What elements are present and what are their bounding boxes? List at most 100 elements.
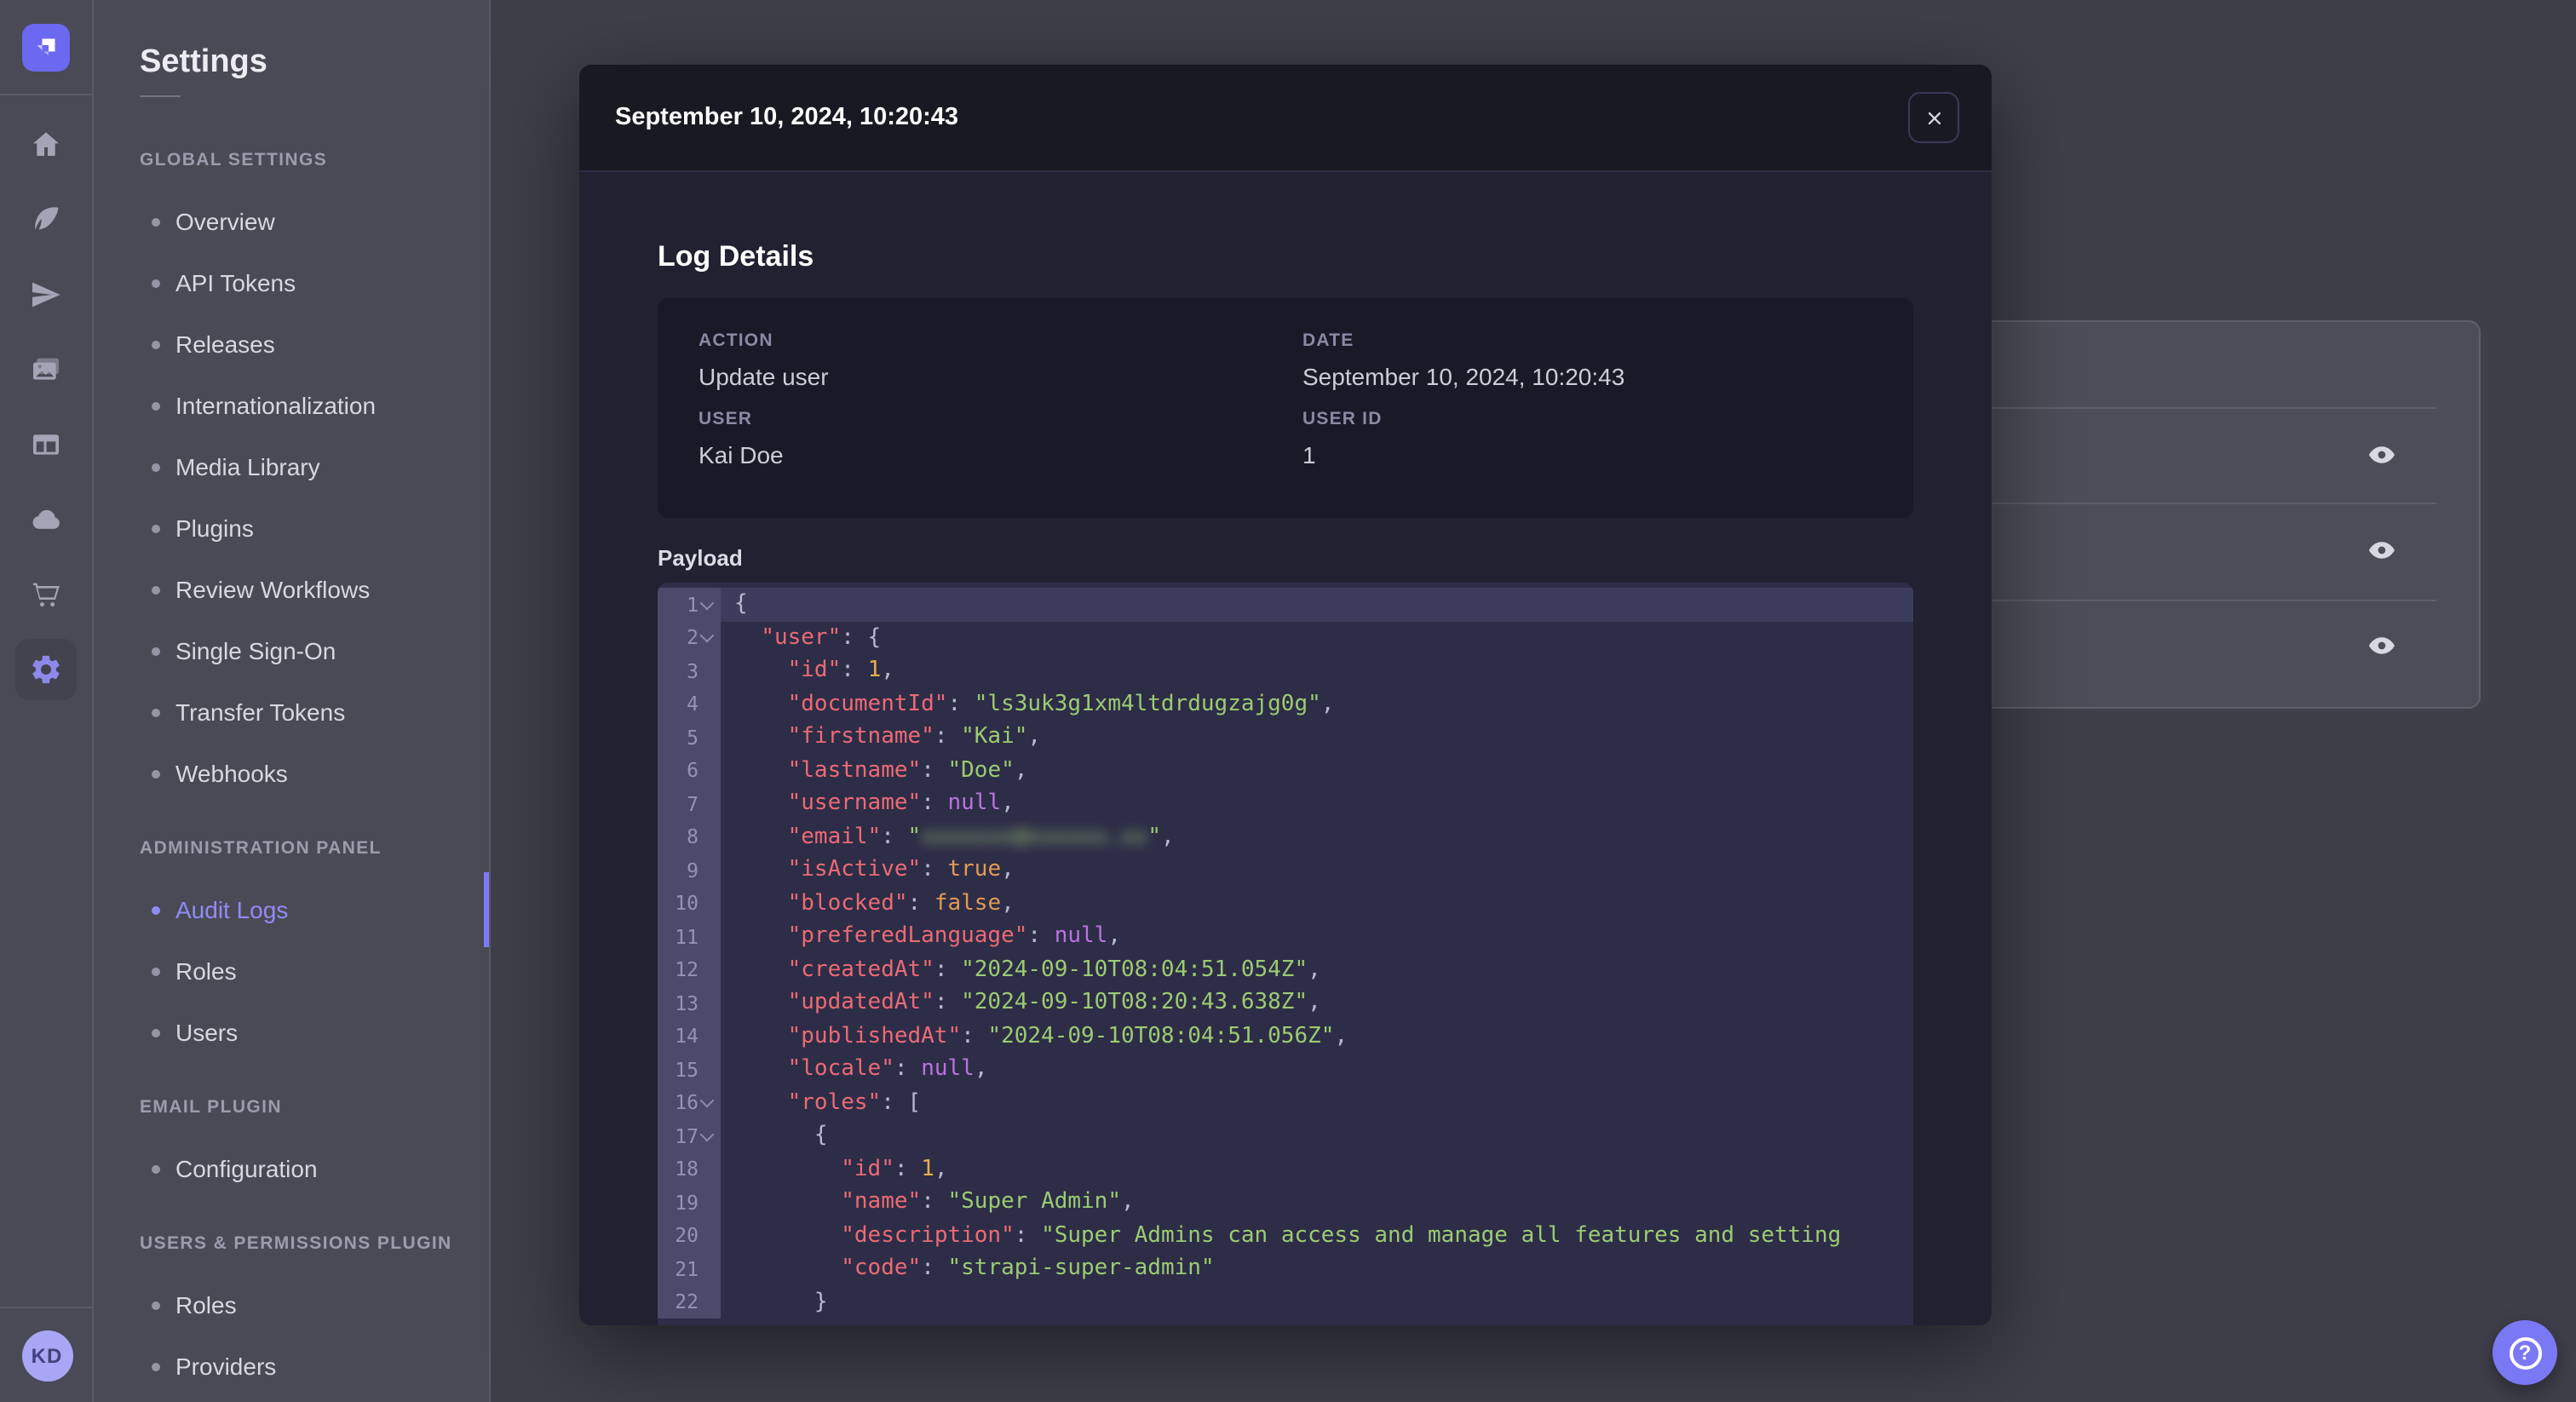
sidebar-item-plugins[interactable]: Plugins [94,497,489,559]
token-p: : [841,658,868,683]
sidebar-item-users[interactable]: Users [94,1002,489,1063]
rail-footer: KD [0,1307,94,1402]
token-s: "Kai" [961,724,1028,750]
line-number: 18 [675,1157,699,1181]
code-line: 4 "documentId": "ls3uk3g1xm4ltdrdugzajg0… [658,687,1913,721]
line-number: 2 [687,625,699,650]
payload-label: Payload [658,545,743,571]
token-p: : [ [881,1089,922,1115]
detail-field-user-id: USER ID 1 [1302,408,1872,486]
rail-item-media[interactable] [0,332,93,407]
rail-item-settings[interactable] [0,632,93,707]
detail-value: 1 [1302,440,1316,468]
view-log-button[interactable] [2366,440,2397,470]
line-number: 13 [675,991,699,1015]
token-p [734,1023,788,1049]
table-row-divider [1958,503,2436,504]
line-gutter: 22 [658,1285,721,1319]
bullet-icon [152,401,160,410]
sidebar-item-label: Review Workflows [175,576,371,603]
settings-nav-sections: GLOBAL SETTINGS Overview API Tokens Release… [94,147,489,1397]
sidebar-item-roles[interactable]: Roles [94,940,489,1002]
sidebar-item-roles[interactable]: Roles [94,1274,489,1336]
token-p: , [1001,890,1015,916]
nav-section-items: Roles Providers [94,1274,489,1397]
token-p [734,957,788,982]
payload-code-viewer[interactable]: 1{2 "user": {3 "id": 1, 4 "documentId": "… [658,583,1913,1325]
modal-body: Log Details ACTION Update user DATE Septemb… [579,240,1992,1325]
line-number: 7 [687,791,699,816]
token-p: , [1014,757,1028,783]
token-p [734,790,788,816]
close-button[interactable] [1908,92,1959,143]
sidebar-item-providers[interactable]: Providers [94,1336,489,1397]
nav-section: EMAIL PLUGIN Configuration [94,1094,489,1199]
sidebar-item-api-tokens[interactable]: API Tokens [94,252,489,313]
line-gutter: 14 [658,1020,721,1053]
nav-section-label: GLOBAL SETTINGS [140,150,328,170]
token-p: { [734,591,748,617]
sidebar-item-configuration[interactable]: Configuration [94,1138,489,1199]
log-details-heading: Log Details [658,240,814,273]
sidebar-item-review-workflows[interactable]: Review Workflows [94,559,489,620]
bullet-icon [152,217,160,226]
line-number: 4 [687,692,699,716]
line-text: "code": "strapi-super-admin" [721,1252,1913,1285]
sidebar-item-transfer-tokens[interactable]: Transfer Tokens [94,681,489,743]
token-p: , [1334,1023,1348,1049]
sidebar-item-releases[interactable]: Releases [94,313,489,375]
code-line: 1{ [658,588,1913,621]
sidebar-item-overview[interactable]: Overview [94,191,489,252]
rail-item-marketplace[interactable] [0,557,93,632]
token-p: } [734,1289,828,1314]
bullet-icon [152,769,160,778]
line-number: 17 [675,1123,699,1148]
help-button[interactable]: ? [2493,1320,2557,1385]
avatar[interactable]: KD [21,1330,72,1381]
rail-item-cloud[interactable] [0,482,93,557]
line-text: "roles": [ [721,1086,1913,1119]
sidebar-item-audit-logs[interactable]: Audit Logs [94,872,489,947]
code-line: 17 { [658,1119,1913,1152]
detail-field-date: DATE September 10, 2024, 10:20:43 [1302,330,1872,408]
line-number: 8 [687,825,699,849]
line-gutter: 1 [658,588,721,621]
sidebar-item-internationalization[interactable]: Internationalization [94,375,489,436]
sidebar-item-single-sign-on[interactable]: Single Sign-On [94,620,489,681]
view-log-button[interactable] [2366,630,2397,661]
token-b: false [934,890,1002,916]
line-gutter: 21 [658,1252,721,1285]
rail-item-content[interactable] [0,182,93,257]
sidebar-item-webhooks[interactable]: Webhooks [94,743,489,804]
detail-field-action: ACTION Update user [699,330,1268,408]
fold-chevron-icon[interactable] [699,1128,716,1145]
bullet-icon [152,905,160,914]
token-s: "Super Admins can access and manage all … [1041,1222,1842,1248]
rail-item-deploy[interactable] [0,257,93,332]
rail-item-home[interactable] [0,107,93,182]
token-p: , [1121,1189,1135,1215]
token-p [734,1222,841,1248]
nav-section-label: EMAIL PLUGIN [140,1097,282,1118]
token-k: "user" [761,624,842,650]
line-gutter: 8 [658,820,721,853]
nav-section-items: Audit Logs Roles Users [94,872,489,1063]
fold-chevron-icon[interactable] [699,1095,716,1112]
fold-chevron-icon[interactable] [699,629,716,646]
token-p: , [1001,857,1015,882]
bullet-icon [152,463,160,471]
view-log-button[interactable] [2366,535,2397,566]
bullet-icon [152,524,160,532]
rail-item-content-type[interactable] [0,407,93,482]
line-number: 11 [675,924,699,949]
strapi-logo[interactable] [22,23,70,71]
sidebar-item-media-library[interactable]: Media Library [94,436,489,497]
code-line: 13 "updatedAt": "2024-09-10T08:20:43.638… [658,986,1913,1020]
fold-chevron-icon[interactable] [699,596,716,613]
token-k: "updatedAt" [787,990,934,1015]
